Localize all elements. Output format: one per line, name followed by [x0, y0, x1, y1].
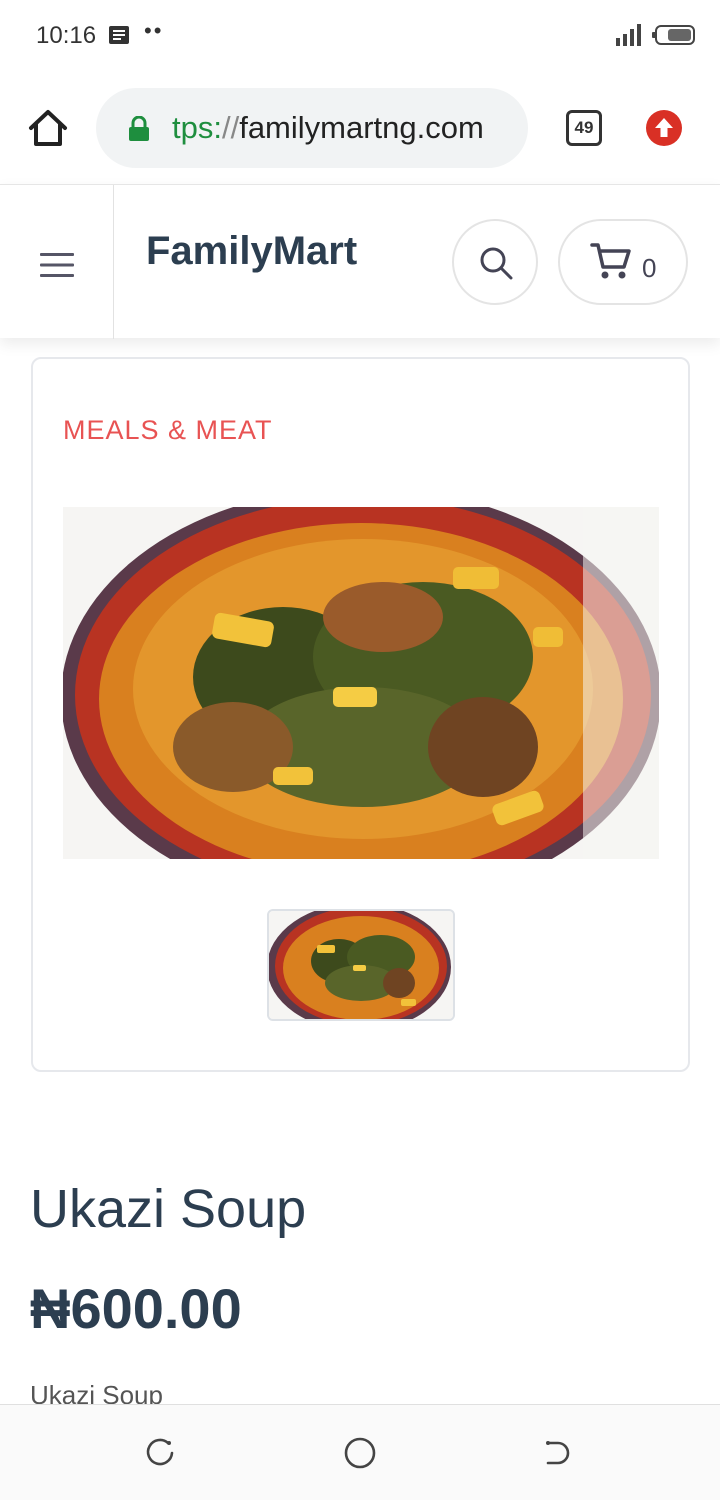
url-separator: //: [221, 110, 240, 145]
home-circle-icon[interactable]: [342, 1435, 378, 1471]
site-brand[interactable]: FamilyMart: [146, 229, 357, 274]
upload-icon[interactable]: [646, 110, 682, 146]
cart-icon: [590, 243, 631, 279]
home-icon[interactable]: [26, 106, 70, 150]
cart-button[interactable]: 0: [558, 219, 688, 305]
battery-icon: [652, 25, 695, 45]
search-button[interactable]: [452, 219, 538, 305]
recent-apps-icon[interactable]: [144, 1437, 176, 1469]
product-thumbnail[interactable]: [267, 909, 455, 1021]
back-icon[interactable]: [542, 1437, 574, 1469]
browser-toolbar: tps://familymartng.com 49: [0, 72, 720, 184]
tab-count-button[interactable]: 49: [566, 110, 602, 146]
signal-icon: [616, 24, 641, 46]
site-header: FamilyMart 0: [0, 184, 720, 339]
status-dots: ••: [144, 18, 164, 43]
lock-icon: [129, 116, 149, 141]
soup-thumbnail-image: [269, 911, 453, 1019]
url-scheme: tps:: [172, 110, 222, 145]
search-icon: [480, 247, 513, 280]
url-host: familymartng.com: [239, 110, 484, 145]
soup-bowl-image: [63, 507, 659, 859]
product-main-image[interactable]: [63, 507, 659, 859]
message-icon: [109, 26, 129, 44]
status-time: 10:16: [36, 22, 97, 49]
product-title: Ukazi Soup: [30, 1179, 307, 1239]
status-bar: 10:16 ••: [0, 0, 720, 72]
url-text: tps://familymartng.com: [172, 110, 484, 146]
hamburger-menu-icon: [40, 253, 74, 277]
menu-button[interactable]: [0, 185, 114, 339]
product-price: ₦600.00: [30, 1277, 242, 1340]
cart-count: 0: [642, 253, 657, 283]
product-card: MEALS & MEAT: [31, 357, 690, 1072]
product-category[interactable]: MEALS & MEAT: [63, 415, 273, 446]
address-bar[interactable]: tps://familymartng.com: [96, 88, 528, 168]
system-nav-bar: [0, 1404, 720, 1500]
